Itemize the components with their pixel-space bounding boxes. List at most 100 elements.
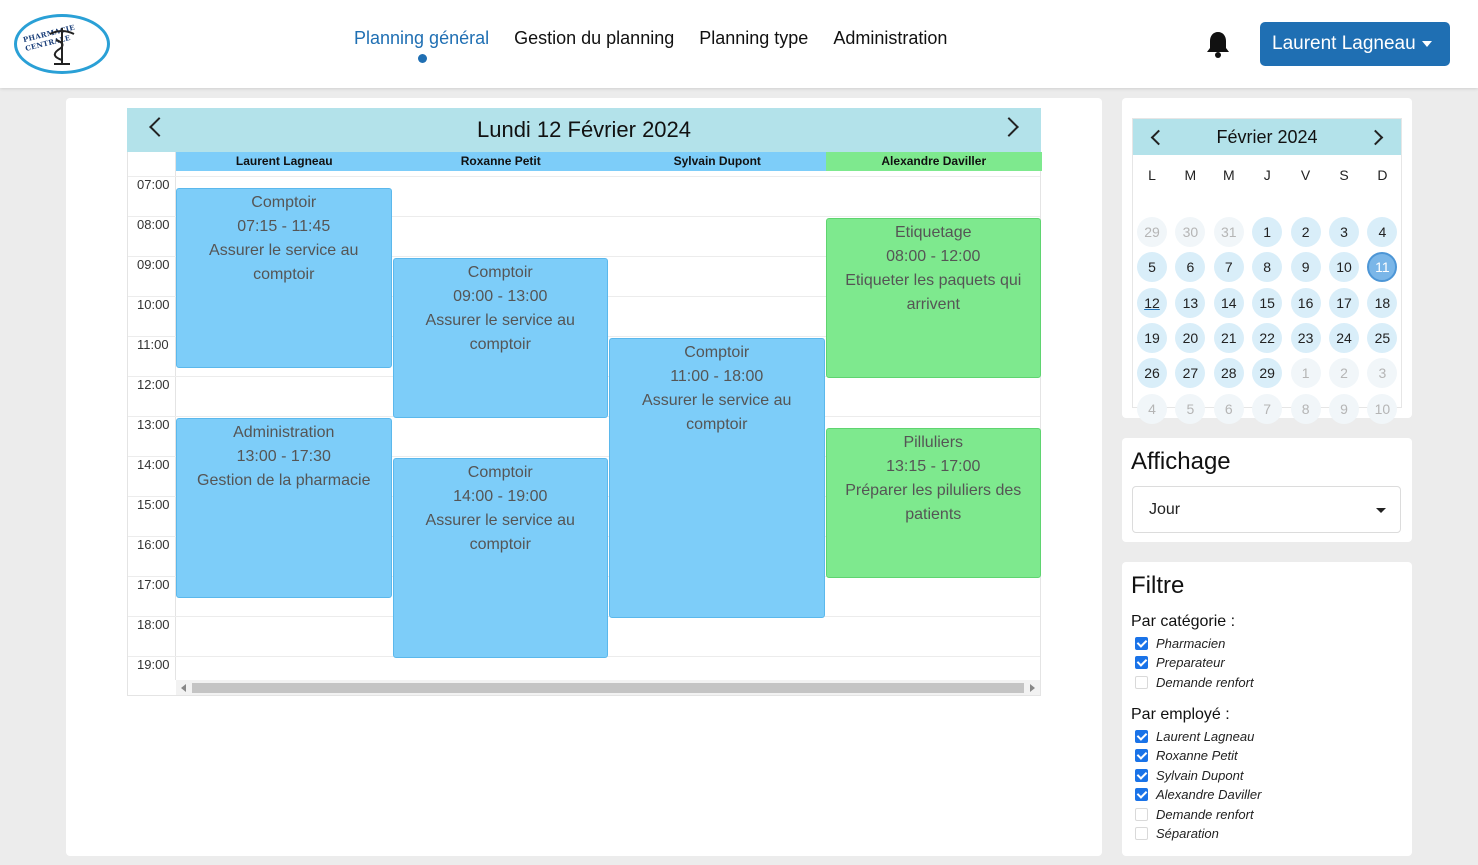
calendar-day[interactable]: 17 <box>1329 287 1359 318</box>
planning-event[interactable]: Comptoir 09:00 - 13:00 Assurer le service … <box>392 258 608 418</box>
event-desc: Assurer le service au comptoir <box>642 392 792 433</box>
calendar-day[interactable]: 8 <box>1252 252 1283 283</box>
calendar-day[interactable]: 3 <box>1329 217 1359 247</box>
calendar-day[interactable]: 2 <box>1329 358 1359 389</box>
active-indicator <box>417 54 427 63</box>
calendar-panel: Février 2024 L M M J V S D 29 30 31 1 2 3 4 5 6 7 8 9 10 11 1… <box>1122 98 1412 424</box>
mini-calendar-header: Février 2024 <box>1133 119 1401 155</box>
nav-planning-type[interactable]: Planning type <box>699 28 808 49</box>
hour-label: 18:00 <box>137 617 170 632</box>
planning-panel: Lundi 12 Février 2024 Laurent Lagneau Ro… <box>66 98 1102 856</box>
affichage-select[interactable]: Jour <box>1132 486 1401 533</box>
calendar-day[interactable]: 5 <box>1175 393 1206 424</box>
pharmacy-logo[interactable]: PHARMACIE CENTRALE <box>14 14 110 74</box>
calendar-day[interactable]: 29 <box>1137 217 1167 247</box>
mini-calendar-title: Février 2024 <box>1216 127 1318 147</box>
calendar-day[interactable]: 12 <box>1137 287 1167 318</box>
par-employe-label: Par employé : <box>1131 706 1230 723</box>
checkbox[interactable] <box>1135 768 1148 782</box>
planning-event[interactable]: Comptoir 11:00 - 18:00 Assurer le service … <box>609 338 825 618</box>
calendar-day[interactable]: 9 <box>1290 252 1321 283</box>
employe-checkbox-row[interactable]: Laurent Lagneau <box>1135 727 1254 745</box>
calendar-day[interactable]: 27 <box>1175 358 1206 389</box>
employe-checkbox-row[interactable]: Séparation <box>1135 825 1219 843</box>
bell-icon[interactable] <box>1205 30 1231 58</box>
calendar-day[interactable]: 25 <box>1367 322 1398 353</box>
calendar-day[interactable]: 31 <box>1213 217 1244 247</box>
calendar-day[interactable]: 2 <box>1290 217 1321 247</box>
calendar-day[interactable]: 18 <box>1367 287 1398 318</box>
nav-planning-general[interactable]: Planning général <box>354 28 490 63</box>
nav-administration[interactable]: Administration <box>833 28 947 49</box>
categorie-checkbox-row[interactable]: Pharmacien <box>1135 634 1225 652</box>
calendar-day[interactable]: 29 <box>1252 358 1283 389</box>
calendar-day[interactable]: 11 <box>1367 252 1398 283</box>
planning-event[interactable]: Etiquetage 08:00 - 12:00 Etiqueter les paq… <box>825 218 1041 378</box>
planning-event[interactable]: Comptoir 14:00 - 19:00 Assurer le service … <box>392 458 608 658</box>
weekday-label: L <box>1148 167 1156 183</box>
calendar-day[interactable]: 28 <box>1213 358 1244 389</box>
event-desc: Gestion de la pharmacie <box>197 472 371 489</box>
calendar-day[interactable]: 4 <box>1137 393 1167 424</box>
employee-columns: Laurent Lagneau Roxanne Petit Sylvain Du… <box>176 152 1042 171</box>
checkbox[interactable] <box>1135 656 1148 669</box>
checkbox[interactable] <box>1135 675 1148 689</box>
calendar-day[interactable]: 8 <box>1290 393 1321 424</box>
filtre-title: Filtre <box>1131 572 1185 599</box>
hour-label: 09:00 <box>137 257 170 272</box>
categorie-checkbox-row[interactable]: Preparateur <box>1135 654 1225 672</box>
calendar-day[interactable]: 1 <box>1290 358 1321 389</box>
nav-gestion-planning[interactable]: Gestion du planning <box>514 28 674 49</box>
caret-down-icon <box>1376 508 1386 513</box>
calendar-day[interactable]: 13 <box>1175 287 1206 318</box>
calendar-day[interactable]: 1 <box>1252 217 1283 247</box>
calendar-day[interactable]: 22 <box>1252 322 1283 353</box>
employe-checkbox-row[interactable]: Demande renfort <box>1135 805 1254 823</box>
calendar-day[interactable]: 6 <box>1175 252 1206 283</box>
calendar-day[interactable]: 26 <box>1137 358 1167 389</box>
calendar-day[interactable]: 21 <box>1213 322 1244 353</box>
checkbox-label: Séparation <box>1156 826 1219 841</box>
checkbox[interactable] <box>1135 788 1148 801</box>
nav-label: Planning général <box>354 28 490 48</box>
calendar-day[interactable]: 24 <box>1329 322 1359 353</box>
calendar-day[interactable]: 6 <box>1213 393 1244 424</box>
scrollbar-thumb[interactable] <box>192 683 1024 693</box>
user-name: Laurent Lagneau <box>1272 33 1416 54</box>
employe-checkbox-row[interactable]: Roxanne Petit <box>1135 747 1238 765</box>
calendar-day[interactable]: 23 <box>1290 322 1321 353</box>
employe-checkbox-row[interactable]: Sylvain Dupont <box>1135 766 1243 784</box>
checkbox[interactable] <box>1135 749 1148 762</box>
calendar-day[interactable]: 9 <box>1329 393 1359 424</box>
calendar-day[interactable]: 4 <box>1367 217 1398 247</box>
calendar-day[interactable]: 15 <box>1252 287 1283 318</box>
calendar-day[interactable]: 30 <box>1175 217 1206 247</box>
checkbox[interactable] <box>1135 729 1148 743</box>
calendar-day[interactable]: 3 <box>1367 358 1398 389</box>
calendar-day[interactable]: 16 <box>1290 287 1321 318</box>
event-time: 11:00 - 18:00 <box>670 368 764 385</box>
calendar-day[interactable]: 7 <box>1213 252 1244 283</box>
checkbox-label: Alexandre Daviller <box>1156 787 1262 802</box>
scroll-left-icon[interactable] <box>181 684 186 692</box>
planning-event[interactable]: Pilluliers 13:15 - 17:00 Préparer les pilu… <box>825 428 1041 578</box>
categorie-checkbox-row[interactable]: Demande renfort <box>1135 673 1254 691</box>
calendar-day[interactable]: 10 <box>1329 252 1359 283</box>
user-menu-button[interactable]: Laurent Lagneau <box>1260 22 1450 66</box>
employe-checkbox-row[interactable]: Alexandre Daviller <box>1135 786 1262 804</box>
planning-event[interactable]: Comptoir 07:15 - 11:45 Assurer le service … <box>176 188 392 368</box>
checkbox[interactable] <box>1135 807 1148 821</box>
calendar-day[interactable]: 20 <box>1175 322 1206 353</box>
event-time: 14:00 - 19:00 <box>453 488 548 505</box>
planning-event[interactable]: Administration 13:00 - 17:30 Gestion de la… <box>176 418 392 598</box>
calendar-day[interactable]: 19 <box>1137 322 1167 353</box>
calendar-day[interactable]: 7 <box>1252 393 1283 424</box>
checkbox[interactable] <box>1135 827 1148 840</box>
calendar-day[interactable]: 14 <box>1213 287 1244 318</box>
calendar-day[interactable]: 5 <box>1137 252 1167 283</box>
horizontal-scrollbar[interactable] <box>176 680 1040 695</box>
affichage-panel: Affichage Jour <box>1122 438 1412 542</box>
checkbox[interactable] <box>1135 636 1148 650</box>
calendar-day[interactable]: 10 <box>1367 393 1398 424</box>
scroll-right-icon[interactable] <box>1030 684 1035 692</box>
